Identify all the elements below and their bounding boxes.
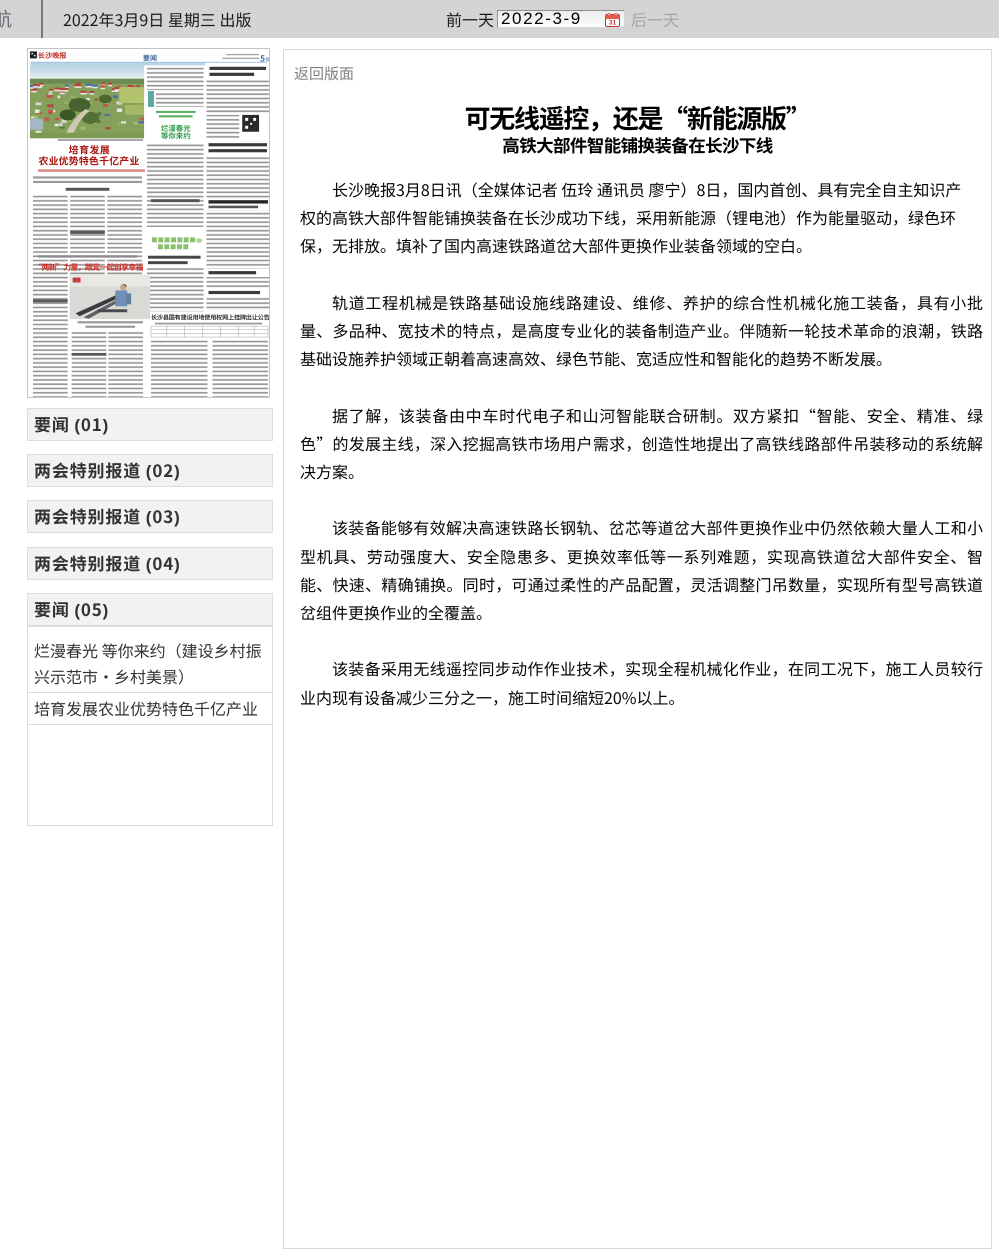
svg-text:31: 31 [609,20,617,27]
svg-text:农业优势特色千亿产业: 农业优势特色千亿产业 [38,154,139,168]
svg-text:长沙晚报: 长沙晚报 [38,51,67,61]
svg-text:等你来约: 等你来约 [161,131,191,142]
svg-text:要闻: 要闻 [143,53,157,63]
svg-text:长沙县国有建设用地使用权网上挂牌出让公告: 长沙县国有建设用地使用权网上挂牌出让公告 [151,313,270,322]
svg-text:“两新”力量，跟党一起创享幸福: “两新”力量，跟党一起创享幸福 [34,262,143,273]
